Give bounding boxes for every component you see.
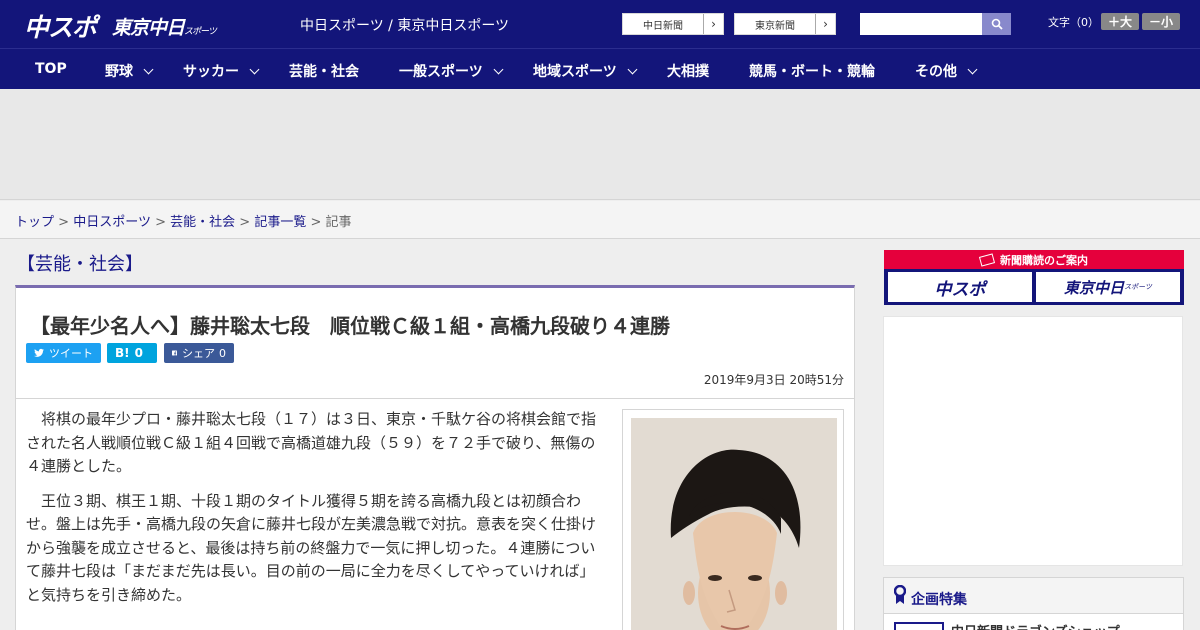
subscription-title: 新聞購読のご案内 bbox=[1000, 253, 1088, 267]
font-larger-button[interactable]: ＋大 bbox=[1101, 13, 1139, 30]
tokyo-logo-main: 東京中日 bbox=[112, 17, 185, 39]
twitter-icon bbox=[34, 348, 44, 357]
breadcrumb-separator: > bbox=[239, 215, 251, 230]
article-headline: 【最年少名人へ】藤井聡太七段 順位戦Ｃ級１組・高橋九段破り４連勝 bbox=[30, 314, 670, 338]
article-photo-frame[interactable] bbox=[622, 409, 844, 630]
feature-thumbnail[interactable] bbox=[894, 622, 944, 630]
nav-item-other[interactable]: その他 bbox=[915, 61, 978, 81]
breadcrumb-current: 記事 bbox=[325, 215, 352, 230]
nav-label: その他 bbox=[915, 64, 957, 80]
facebook-share-count: 0 bbox=[219, 346, 226, 360]
site-header: 中スポ 東京中日スポーツ 中日スポーツ / 東京中日スポーツ 中日新聞 › 東京… bbox=[0, 0, 1200, 48]
main-nav: TOP 野球 サッカー 芸能・社会 一般スポーツ 地域スポーツ 大相撲 競馬・ボ… bbox=[0, 48, 1200, 89]
hatena-count: 0 bbox=[134, 346, 143, 360]
feature-header: 企画特集 bbox=[884, 578, 1183, 614]
chunichi-shimbun-link[interactable]: 中日新聞 › bbox=[622, 13, 724, 35]
portrait-illustration bbox=[631, 418, 837, 630]
feature-section: 企画特集 中日新聞ドラゴンズショップ bbox=[883, 577, 1184, 630]
font-size-label: 文字（0） bbox=[1048, 16, 1099, 29]
tweet-button[interactable]: ツイート bbox=[26, 343, 101, 363]
feature-item-link[interactable]: 中日新聞ドラゴンズショップ bbox=[951, 621, 1120, 630]
nav-label: 大相撲 bbox=[667, 64, 709, 80]
article-paragraph: 王位３期、棋王１期、十段１期のタイトル獲得５期を誇る高橋九段とは初顔合わせ。盤上… bbox=[26, 491, 597, 604]
feature-title: 企画特集 bbox=[911, 592, 967, 608]
chevron-right-icon: › bbox=[815, 14, 835, 34]
hatena-icon: B! bbox=[115, 346, 130, 360]
chuspo-logo[interactable]: 中スポ bbox=[24, 8, 97, 44]
nav-item-top[interactable]: TOP bbox=[35, 61, 67, 77]
nav-label: 一般スポーツ bbox=[399, 64, 483, 80]
breadcrumb-separator: > bbox=[155, 215, 166, 230]
breadcrumb-top[interactable]: トップ bbox=[15, 215, 54, 230]
chevron-down-icon bbox=[967, 64, 978, 75]
tokyo-shimbun-label: 東京新聞 bbox=[755, 20, 795, 32]
search-icon bbox=[991, 18, 1003, 30]
article-photo bbox=[631, 418, 837, 630]
font-smaller-button[interactable]: －小 bbox=[1142, 13, 1180, 30]
article-paragraph: 将棋の最年少プロ・藤井聡太七段（１７）は３日、東京・千駄ケ谷の将棋会館で指された… bbox=[26, 410, 597, 475]
article-date: 2019年9月3日 20時51分 bbox=[703, 373, 844, 387]
nav-label: 芸能・社会 bbox=[289, 64, 359, 80]
top-ad-area bbox=[0, 89, 1200, 200]
article-body: 将棋の最年少プロ・藤井聡太七段（１７）は３日、東京・千駄ケ谷の将棋会館で指された… bbox=[26, 408, 606, 618]
subscription-tokyo-label: 東京中日 bbox=[1064, 278, 1125, 297]
tweet-label: ツイート bbox=[49, 347, 93, 360]
chevron-down-icon bbox=[249, 64, 260, 75]
breadcrumb: トップ > 中日スポーツ > 芸能・社会 > 記事一覧 > 記事 bbox=[0, 201, 1200, 239]
facebook-share-label: シェア bbox=[182, 347, 215, 360]
tokyo-logo-sub: スポーツ bbox=[184, 27, 217, 37]
subscription-header: 新聞購読のご案内 bbox=[884, 250, 1184, 269]
newspaper-icon bbox=[978, 252, 996, 267]
breadcrumb-separator: > bbox=[58, 215, 70, 230]
breadcrumb-entertainment[interactable]: 芸能・社会 bbox=[170, 215, 235, 230]
nav-item-sumo[interactable]: 大相撲 bbox=[667, 61, 709, 81]
subscription-chuspo-label: 中スポ bbox=[934, 279, 986, 300]
facebook-icon bbox=[172, 350, 177, 356]
site-name: 中日スポーツ / 東京中日スポーツ bbox=[300, 18, 510, 34]
subscription-tokyo-chunichi[interactable]: 東京中日 スポーツ bbox=[1036, 272, 1180, 302]
subscription-banner[interactable]: 新聞購読のご案内 中スポ 東京中日 スポーツ bbox=[884, 250, 1184, 305]
chunichi-shimbun-label: 中日新聞 bbox=[643, 20, 683, 32]
nav-label: 野球 bbox=[105, 64, 133, 80]
tokyo-shimbun-link[interactable]: 東京新聞 › bbox=[734, 13, 836, 35]
breadcrumb-article-list[interactable]: 記事一覧 bbox=[254, 215, 306, 230]
nav-item-regional-sports[interactable]: 地域スポーツ bbox=[533, 61, 638, 81]
article-card: 【最年少名人へ】藤井聡太七段 順位戦Ｃ級１組・高橋九段破り４連勝 ツイート B!… bbox=[15, 285, 855, 630]
nav-item-general-sports[interactable]: 一般スポーツ bbox=[399, 61, 504, 81]
sidebar-ad bbox=[883, 316, 1183, 566]
chevron-right-icon: › bbox=[703, 14, 723, 34]
ribbon-icon bbox=[894, 585, 906, 604]
nav-label: 競馬・ボート・競輪 bbox=[749, 64, 875, 80]
nav-item-baseball[interactable]: 野球 bbox=[105, 61, 154, 81]
nav-item-soccer[interactable]: サッカー bbox=[183, 61, 260, 81]
breadcrumb-chunichi-sports[interactable]: 中日スポーツ bbox=[73, 215, 151, 230]
search-input[interactable] bbox=[860, 13, 982, 35]
facebook-share-button[interactable]: シェア 0 bbox=[164, 343, 234, 363]
search-button[interactable] bbox=[982, 13, 1011, 35]
breadcrumb-separator: > bbox=[310, 215, 322, 230]
nav-label: TOP bbox=[35, 61, 67, 77]
subscription-tokyo-sub: スポーツ bbox=[1124, 283, 1152, 291]
nav-label: 地域スポーツ bbox=[533, 64, 617, 80]
chevron-down-icon bbox=[143, 64, 154, 75]
nav-item-entertainment[interactable]: 芸能・社会 bbox=[289, 61, 359, 81]
nav-label: サッカー bbox=[183, 64, 239, 80]
article-divider bbox=[16, 398, 854, 399]
chevron-down-icon bbox=[493, 64, 504, 75]
tokyo-chunichi-logo[interactable]: 東京中日スポーツ bbox=[112, 13, 217, 40]
subscription-chuspo[interactable]: 中スポ bbox=[888, 272, 1032, 302]
category-heading[interactable]: 【芸能・社会】 bbox=[17, 250, 143, 276]
nav-item-keiba[interactable]: 競馬・ボート・競輪 bbox=[749, 61, 875, 81]
hatena-bookmark-button[interactable]: B! 0 bbox=[107, 343, 157, 363]
chevron-down-icon bbox=[627, 64, 638, 75]
